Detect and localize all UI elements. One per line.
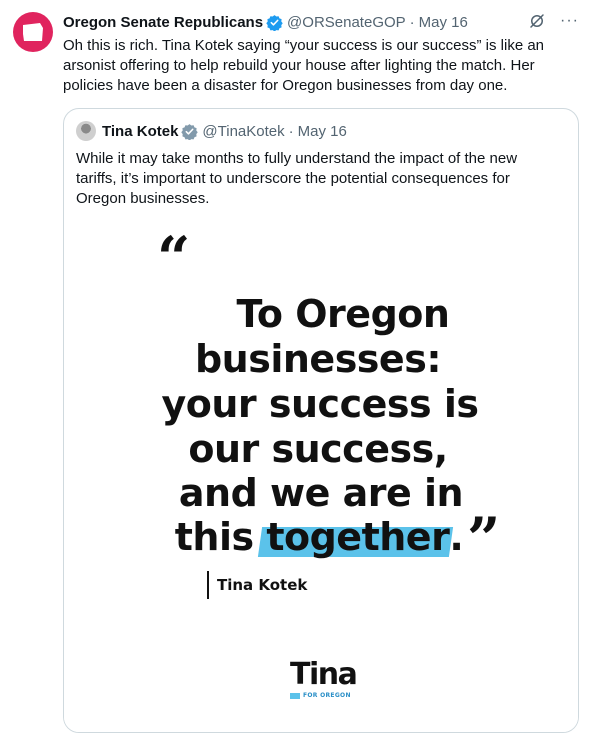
campaign-logo: Tina FOR OREGON — [290, 659, 360, 699]
logo-tagline: FOR OREGON — [290, 692, 360, 699]
quoted-tweet[interactable]: Tina Kotek @TinaKotek · May 16 While it … — [63, 108, 579, 733]
quoted-text: While it may take months to fully unders… — [76, 150, 518, 207]
quote-graphic[interactable]: “ To Oregon businesses: your success is … — [64, 219, 578, 732]
quote-word-together: together — [266, 515, 450, 559]
author-name[interactable]: Oregon Senate Republicans — [63, 14, 263, 31]
tweet-text: Oh this is rich. Tina Kotek saying “your… — [63, 37, 545, 94]
quoted-handle: @TinaKotek — [202, 122, 285, 140]
quoted-avatar — [76, 121, 96, 141]
separator-dot: · — [409, 13, 415, 31]
quote-line: businesses: — [194, 337, 442, 381]
author-avatar[interactable] — [13, 12, 53, 52]
attribution: Tina Kotek — [207, 571, 307, 599]
highlighted-word: together — [266, 515, 449, 559]
logo-subtitle: FOR OREGON — [303, 692, 351, 699]
more-options-icon[interactable]: ··· — [560, 13, 579, 29]
tweet-date[interactable]: May 16 — [419, 14, 468, 31]
oregon-state-icon — [23, 23, 43, 41]
separator-dot: · — [288, 122, 294, 140]
verified-badge-icon — [181, 123, 199, 140]
logo-accent-bar — [290, 692, 300, 699]
close-quote-mark: ” — [467, 505, 501, 573]
logo-wordmark: Tina — [290, 657, 358, 692]
quote-line: our success, — [188, 427, 448, 471]
quoted-author-name: Tina Kotek — [102, 122, 179, 140]
quoted-header: Tina Kotek @TinaKotek · May 16 — [76, 121, 347, 141]
grok-icon[interactable] — [528, 12, 546, 30]
quote-line: To Oregon — [236, 292, 450, 336]
tweet[interactable]: Oregon Senate Republicans @ORSenateGOP ·… — [0, 0, 593, 743]
quote-line: and we are in — [178, 471, 464, 515]
author-handle[interactable]: @ORSenateGOP — [287, 14, 406, 31]
verified-badge-icon — [266, 14, 283, 31]
open-quote-mark: “ — [157, 224, 191, 292]
quote-word-this: this — [174, 515, 267, 559]
tweet-header: Oregon Senate Republicans @ORSenateGOP ·… — [63, 12, 579, 32]
quote-line: your success is — [161, 382, 479, 426]
quoted-date: May 16 — [297, 122, 347, 140]
